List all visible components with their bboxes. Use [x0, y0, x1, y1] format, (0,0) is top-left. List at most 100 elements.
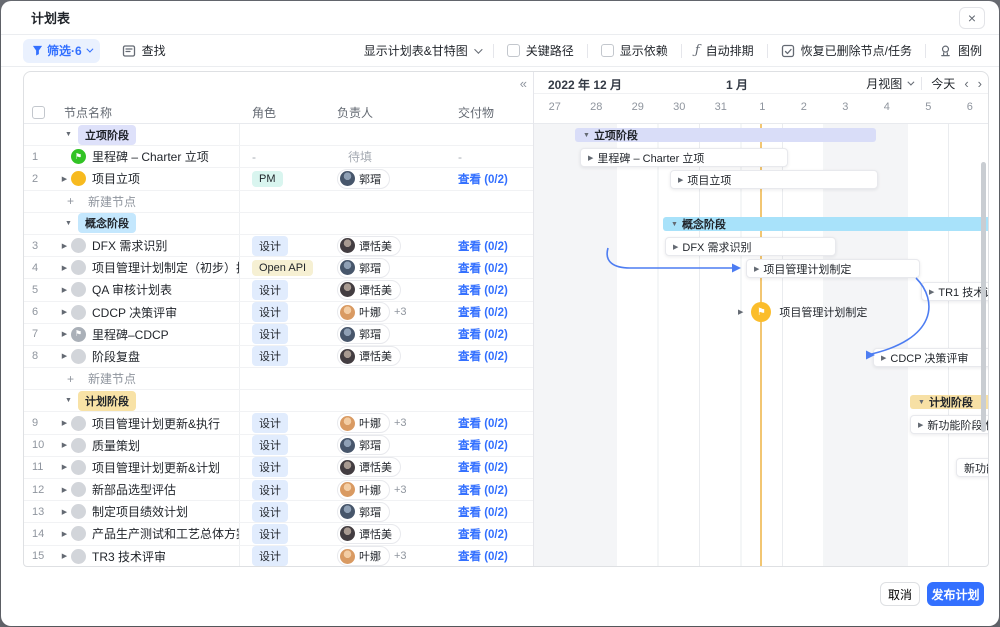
view-mode-select[interactable]: 显示计划表&甘特图: [364, 42, 480, 59]
view-deliverables-link[interactable]: 查看 (0/2): [458, 171, 508, 187]
table-row[interactable]: 14 ▶产品生产测试和工艺总体方案设计 设计 谭恬美 查看 (0/2): [24, 523, 533, 545]
view-deliverables-link[interactable]: 查看 (0/2): [458, 348, 508, 364]
view-deliverables-link[interactable]: 查看 (0/2): [458, 459, 508, 475]
vertical-scrollbar[interactable]: [981, 162, 986, 432]
expand-caret[interactable]: ▶: [58, 508, 71, 516]
table-row[interactable]: 1 里程碑 – Charter 立项 - 待填 -: [24, 146, 533, 168]
collapse-caret[interactable]: ▼: [62, 131, 75, 138]
filter-button[interactable]: 筛选·6: [23, 39, 100, 63]
today-button[interactable]: 今天: [931, 75, 955, 92]
gantt-task-bar[interactable]: ▶项目立项: [670, 170, 878, 189]
owner-pill[interactable]: 叶娜: [337, 546, 390, 566]
expand-caret[interactable]: ▶: [58, 419, 71, 427]
table-row[interactable]: 3 ▶DFX 需求识别 设计 谭恬美 查看 (0/2): [24, 235, 533, 257]
table-row[interactable]: 12 ▶新部品选型评估 设计 叶娜+3 查看 (0/2): [24, 479, 533, 501]
next-icon[interactable]: ›: [978, 77, 982, 90]
view-deliverables-link[interactable]: 查看 (0/2): [458, 526, 508, 542]
view-deliverables-link[interactable]: 查看 (0/2): [458, 415, 508, 431]
critical-path-checkbox[interactable]: [507, 44, 520, 57]
owner-pill[interactable]: 谭恬美: [337, 524, 401, 544]
view-deliverables-link[interactable]: 查看 (0/2): [458, 504, 508, 520]
owner-pill[interactable]: 谭恬美: [337, 280, 401, 300]
owner-pill[interactable]: 郭瑁: [337, 502, 390, 522]
owner-pill[interactable]: 郭瑁: [337, 324, 390, 344]
gantt-task-bar[interactable]: 新功能阶段推广: [956, 458, 988, 477]
view-deliverables-link[interactable]: 查看 (0/2): [458, 304, 508, 320]
owner-pill[interactable]: 郭瑁: [337, 169, 390, 189]
owner-pill[interactable]: 郭瑁: [337, 258, 390, 278]
view-deliverables-link[interactable]: 查看 (0/2): [458, 282, 508, 298]
avatar: [340, 482, 355, 497]
table-row[interactable]: 9 ▶项目管理计划更新&执行 设计 叶娜+3 查看 (0/2): [24, 412, 533, 434]
auto-schedule-button[interactable]: ƒ 自动排期: [695, 42, 754, 59]
publish-plan-button[interactable]: 发布计划: [927, 582, 984, 606]
gantt-phase-bar[interactable]: ▼计划阶段: [910, 395, 988, 409]
gantt-task-bar[interactable]: ▶DFX 需求识别: [665, 237, 836, 256]
gantt-task-bar[interactable]: ▶CDCP 决策评审: [873, 348, 988, 367]
phase-row[interactable]: ▼概念阶段: [24, 213, 533, 235]
owner-pill[interactable]: 叶娜: [337, 480, 390, 500]
restore-deleted-button[interactable]: 恢复已删除节点/任务: [781, 42, 912, 59]
view-deliverables-link[interactable]: 查看 (0/2): [458, 238, 508, 254]
gantt-phase-bar[interactable]: ▼立项阶段: [575, 128, 876, 142]
gantt-phase-bar[interactable]: ▼概念阶段: [663, 217, 988, 231]
cancel-button[interactable]: 取消: [880, 582, 920, 606]
view-deliverables-link[interactable]: 查看 (0/2): [458, 326, 508, 342]
show-dependency-toggle[interactable]: 显示依赖: [601, 42, 668, 59]
show-dependency-checkbox[interactable]: [601, 44, 614, 57]
phase-row[interactable]: ▼立项阶段: [24, 124, 533, 146]
add-node-row[interactable]: +新建节点: [24, 191, 533, 213]
gantt-milestone-flag[interactable]: ▶ ⚑ 项目管理计划制定: [738, 302, 867, 322]
table-row[interactable]: 8 ▶阶段复盘 设计 谭恬美 查看 (0/2): [24, 346, 533, 368]
owner-pill[interactable]: 叶娜: [337, 302, 390, 322]
collapse-caret[interactable]: ▼: [62, 220, 75, 227]
legend-button[interactable]: 图例: [939, 42, 982, 59]
table-row[interactable]: 7 ▶里程碑–CDCP 设计 郭瑁 查看 (0/2): [24, 324, 533, 346]
table-row[interactable]: 4 ▶项目管理计划制定（初步）执行 Open API 郭瑁 查看 (0/2): [24, 257, 533, 279]
table-row[interactable]: 11 ▶项目管理计划更新&计划 设计 谭恬美 查看 (0/2): [24, 457, 533, 479]
critical-path-toggle[interactable]: 关键路径: [507, 42, 574, 59]
table-row[interactable]: 5 ▶QA 审核计划表 设计 谭恬美 查看 (0/2): [24, 279, 533, 301]
table-row[interactable]: 15 ▶TR3 技术评审 设计 叶娜+3 查看 (0/2): [24, 546, 533, 566]
view-deliverables-link[interactable]: 查看 (0/2): [458, 482, 508, 498]
expand-caret[interactable]: ▶: [58, 441, 71, 449]
view-deliverables-link[interactable]: 查看 (0/2): [458, 260, 508, 276]
close-button[interactable]: ×: [959, 7, 985, 29]
owner-pill[interactable]: 谭恬美: [337, 236, 401, 256]
prev-icon[interactable]: ‹: [964, 77, 968, 90]
table-row[interactable]: 13 ▶制定项目绩效计划 设计 郭瑁 查看 (0/2): [24, 501, 533, 523]
expand-caret[interactable]: ▶: [58, 486, 71, 494]
table-row[interactable]: 2 ▶项目立项 PM 郭瑁 查看 (0/2): [24, 168, 533, 190]
expand-caret[interactable]: ▶: [58, 463, 71, 471]
expand-caret[interactable]: ▶: [58, 552, 71, 560]
gantt-task-bar[interactable]: ▶里程碑 – Charter 立项: [580, 148, 788, 167]
table-row[interactable]: 10 ▶质量策划 设计 郭瑁 查看 (0/2): [24, 435, 533, 457]
owner-pill[interactable]: 谭恬美: [337, 346, 401, 366]
row-number: 10: [24, 435, 58, 456]
expand-caret[interactable]: ▶: [58, 264, 71, 272]
collapse-table-icon[interactable]: «: [520, 76, 527, 91]
expand-caret[interactable]: ▶: [58, 286, 71, 294]
gantt-task-bar[interactable]: ▶项目管理计划制定: [746, 259, 920, 278]
table-row[interactable]: 6 ▶CDCP 决策评审 设计 叶娜+3 查看 (0/2): [24, 302, 533, 324]
find-button[interactable]: 查找: [122, 42, 166, 59]
view-deliverables-link[interactable]: 查看 (0/2): [458, 437, 508, 453]
expand-caret[interactable]: ▶: [58, 175, 71, 183]
view-scale-select[interactable]: 月视图: [866, 75, 912, 92]
phase-row[interactable]: ▼计划阶段: [24, 390, 533, 412]
role-badge: 设计: [252, 524, 288, 544]
expand-caret[interactable]: ▶: [58, 308, 71, 316]
owner-pill[interactable]: 叶娜: [337, 413, 390, 433]
gantt-task-bar[interactable]: ▶TR1 技术评审: [921, 282, 988, 301]
view-deliverables-link[interactable]: 查看 (0/2): [458, 548, 508, 564]
owner-pill[interactable]: 郭瑁: [337, 435, 390, 455]
owner-pill[interactable]: 谭恬美: [337, 457, 401, 477]
add-node-row[interactable]: +新建节点: [24, 368, 533, 390]
select-all-checkbox[interactable]: [32, 106, 45, 119]
expand-caret[interactable]: ▶: [58, 352, 71, 360]
collapse-caret[interactable]: ▼: [62, 397, 75, 404]
gantt-task-bar[interactable]: ▶新功能阶段推广: [910, 415, 988, 434]
expand-caret[interactable]: ▶: [58, 242, 71, 250]
expand-caret[interactable]: ▶: [58, 330, 71, 338]
expand-caret[interactable]: ▶: [58, 530, 71, 538]
